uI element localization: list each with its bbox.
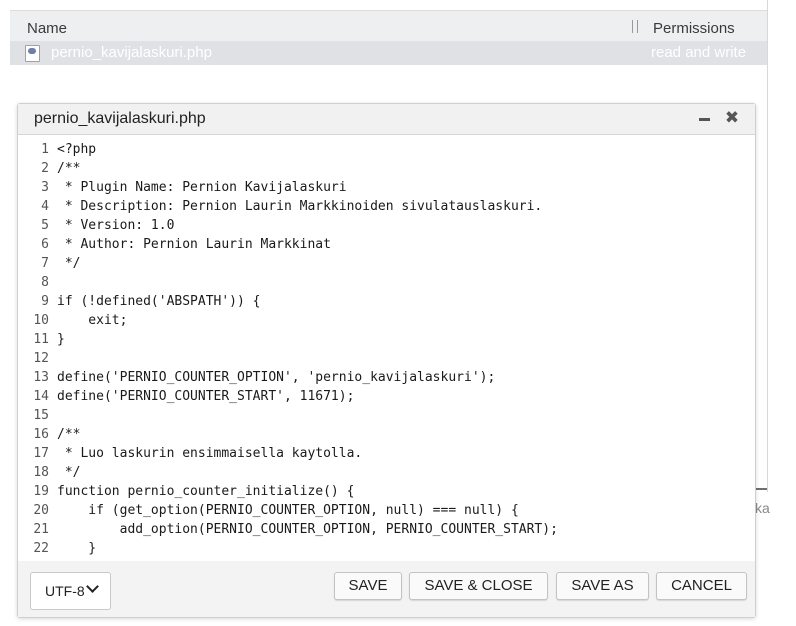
save-button[interactable]: SAVE	[334, 572, 402, 600]
code-line[interactable]: 17 * Luo laskurin ensimmaisella kaytolla…	[18, 444, 755, 463]
code-line[interactable]: 10 exit;	[18, 311, 755, 330]
code-text: if (get_option(PERNIO_COUNTER_OPTION, nu…	[57, 503, 519, 518]
minimize-icon[interactable]	[698, 112, 712, 126]
code-text: }	[57, 332, 65, 347]
code-line[interactable]: 21 add_option(PERNIO_COUNTER_OPTION, PER…	[18, 520, 755, 539]
code-line[interactable]: 14 define('PERNIO_COUNTER_START', 11671);	[18, 387, 755, 406]
code-line[interactable]: 12	[18, 349, 755, 368]
line-number: 20	[33, 503, 49, 518]
column-header-name[interactable]: Name	[27, 20, 67, 37]
line-number: 9	[41, 294, 49, 309]
php-file-icon	[25, 45, 40, 62]
code-text: */	[57, 256, 81, 271]
cancel-button[interactable]: CANCEL	[656, 572, 747, 600]
code-line[interactable]: 3 * Plugin Name: Pernion Kavijalaskuri	[18, 178, 755, 197]
encoding-value: UTF-8	[45, 583, 85, 599]
line-number: 6	[41, 237, 49, 252]
line-number: 12	[33, 351, 49, 366]
code-text: }	[57, 541, 97, 556]
column-resize-handle[interactable]	[632, 20, 638, 33]
line-number: 2	[41, 161, 49, 176]
close-icon[interactable]: ✖	[724, 109, 740, 127]
line-number: 10	[33, 313, 49, 328]
file-permissions: read and write	[651, 44, 747, 61]
code-line[interactable]: 16 /**	[18, 425, 755, 444]
code-text: * Luo laskurin ensimmaisella kaytolla.	[57, 446, 363, 461]
code-text: define('PERNIO_COUNTER_START', 11671);	[57, 389, 355, 404]
line-number: 18	[33, 465, 49, 480]
code-text: /**	[57, 427, 81, 442]
line-number: 4	[41, 199, 49, 214]
code-text: add_option(PERNIO_COUNTER_OPTION, PERNIO…	[57, 522, 558, 537]
save-and-close-button[interactable]: SAVE & CLOSE	[409, 572, 548, 600]
code-line[interactable]: 13 define('PERNIO_COUNTER_OPTION', 'perni…	[18, 368, 755, 387]
code-line[interactable]: 9 if (!defined('ABSPATH')) {	[18, 292, 755, 311]
code-line[interactable]: 4 * Description: Pernion Laurin Markkino…	[18, 197, 755, 216]
dialog-titlebar[interactable]: pernio_kavijalaskuri.php ✖	[18, 104, 755, 135]
background-clipped-text: ka	[755, 500, 770, 516]
code-line[interactable]: 6 * Author: Pernion Laurin Markkinat	[18, 235, 755, 254]
code-text: */	[57, 465, 81, 480]
line-number: 22	[33, 541, 49, 556]
line-number: 16	[33, 427, 49, 442]
line-number: 19	[33, 484, 49, 499]
code-text: function pernio_counter_initialize() {	[57, 484, 355, 499]
code-line[interactable]: 20 if (get_option(PERNIO_COUNTER_OPTION,…	[18, 501, 755, 520]
code-line[interactable]: 11}	[18, 330, 755, 349]
file-list-header: Name Permissions	[10, 10, 767, 41]
dialog-footer: UTF-8 SAVE SAVE & CLOSE SAVE AS CANCEL	[18, 562, 755, 617]
line-number: 14	[33, 389, 49, 404]
save-as-button[interactable]: SAVE AS	[556, 572, 649, 600]
code-text: * Description: Pernion Laurin Markkinoid…	[57, 199, 543, 214]
line-number: 1	[41, 142, 49, 157]
dialog-title: pernio_kavijalaskuri.php	[34, 110, 206, 127]
code-text: exit;	[57, 313, 128, 328]
code-line[interactable]: 8	[18, 273, 755, 292]
line-number: 8	[41, 275, 49, 290]
code-text: /**	[57, 161, 81, 176]
code-line[interactable]: 5 * Version: 1.0	[18, 216, 755, 235]
background-divider	[755, 488, 767, 490]
line-number: 21	[33, 522, 49, 537]
code-line[interactable]: 19 function pernio_counter_initialize() {	[18, 482, 755, 501]
code-text: <?php	[57, 142, 97, 157]
column-header-permissions[interactable]: Permissions	[653, 20, 735, 37]
encoding-select[interactable]: UTF-8	[30, 572, 111, 610]
line-number: 5	[41, 218, 49, 233]
code-line[interactable]: 22 }	[18, 539, 755, 558]
line-number: 3	[41, 180, 49, 195]
line-number: 7	[41, 256, 49, 271]
code-line[interactable]: 1 <?php	[18, 140, 755, 159]
code-text: * Plugin Name: Pernion Kavijalaskuri	[57, 180, 347, 195]
code-text: if (!defined('ABSPATH')) {	[57, 294, 261, 309]
file-editor-dialog: pernio_kavijalaskuri.php ✖ 1 <?php 2 /** 3 *…	[17, 103, 756, 618]
code-editor[interactable]: 1 <?php 2 /** 3 * Plugin Name: Pernion Kavij…	[18, 135, 755, 561]
code-text: * Author: Pernion Laurin Markkinat	[57, 237, 331, 252]
file-row[interactable]: pernio_kavijalaskuri.php read and write	[10, 41, 767, 65]
code-line[interactable]: 18 */	[18, 463, 755, 482]
line-number: 17	[33, 446, 49, 461]
line-number: 13	[33, 370, 49, 385]
code-line[interactable]: 15	[18, 406, 755, 425]
line-number: 11	[33, 332, 49, 347]
chevron-down-icon	[86, 580, 99, 593]
code-text: * Version: 1.0	[57, 218, 175, 233]
file-name: pernio_kavijalaskuri.php	[51, 44, 212, 61]
code-line[interactable]: 2 /**	[18, 159, 755, 178]
code-text: define('PERNIO_COUNTER_OPTION', 'pernio_…	[57, 370, 496, 385]
code-line[interactable]: 7 */	[18, 254, 755, 273]
line-number: 15	[33, 408, 49, 423]
